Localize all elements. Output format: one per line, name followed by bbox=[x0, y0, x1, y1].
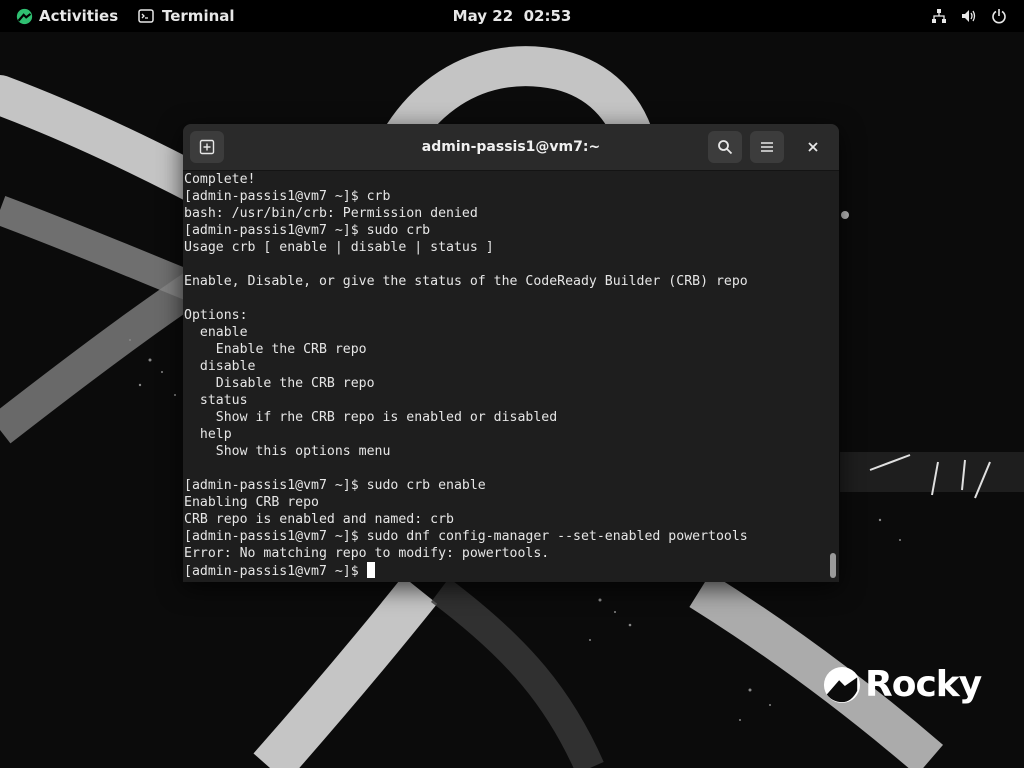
text-cursor bbox=[366, 562, 375, 578]
terminal-text: Complete! [admin-passis1@vm7 ~]$ crb bash:… bbox=[184, 171, 828, 562]
terminal-line: [admin-passis1@vm7 ~]$ sudo crb enable bbox=[184, 478, 486, 493]
rocky-logo: Rocky bbox=[823, 664, 982, 705]
main-menu-button[interactable] bbox=[750, 131, 784, 163]
terminal-line: Usage crb [ enable | disable | status ] bbox=[184, 240, 494, 255]
network-icon[interactable] bbox=[930, 7, 948, 25]
terminal-line: [admin-passis1@vm7 ~]$ sudo dnf config-m… bbox=[184, 529, 748, 544]
scrollbar[interactable] bbox=[827, 171, 839, 582]
terminal-line: [admin-passis1@vm7 ~]$ crb bbox=[184, 189, 391, 204]
activities-button[interactable]: Activities bbox=[16, 0, 118, 32]
terminal-line: enable bbox=[184, 325, 248, 340]
app-menu-label: Terminal bbox=[162, 7, 235, 25]
terminal-line: Enable the CRB repo bbox=[184, 342, 367, 357]
terminal-line: Show if rhe CRB repo is enabled or disab… bbox=[184, 410, 558, 425]
close-icon bbox=[808, 142, 818, 152]
terminal-line: status bbox=[184, 393, 248, 408]
terminal-app-icon bbox=[138, 9, 154, 23]
volume-icon[interactable] bbox=[960, 7, 978, 25]
terminal-line: Enable, Disable, or give the status of t… bbox=[184, 274, 748, 289]
rocky-icon bbox=[16, 8, 33, 24]
terminal-line: Complete! bbox=[184, 172, 256, 187]
terminal-line: [admin-passis1@vm7 ~]$ sudo crb bbox=[184, 223, 431, 238]
clock-button[interactable]: May 22 02:53 bbox=[453, 7, 572, 25]
new-tab-icon bbox=[199, 139, 215, 155]
top-bar: Activities Terminal May 22 02:53 bbox=[0, 0, 1024, 32]
hamburger-menu-icon bbox=[761, 142, 773, 152]
app-menu-button[interactable]: Terminal bbox=[138, 0, 235, 32]
terminal-prompt-line: [admin-passis1@vm7 ~]$ bbox=[184, 562, 828, 579]
rocky-logo-icon bbox=[823, 666, 861, 703]
search-button[interactable] bbox=[708, 131, 742, 163]
power-icon[interactable] bbox=[990, 7, 1008, 25]
terminal-line: Options: bbox=[184, 308, 248, 323]
terminal-line: help bbox=[184, 427, 232, 442]
terminal-line: CRB repo is enabled and named: crb bbox=[184, 512, 454, 527]
activities-label: Activities bbox=[39, 7, 119, 25]
terminal-line: Error: No matching repo to modify: power… bbox=[184, 546, 550, 561]
scrollbar-thumb[interactable] bbox=[830, 553, 836, 578]
terminal-prompt: [admin-passis1@vm7 ~]$ bbox=[184, 564, 367, 579]
search-icon bbox=[718, 140, 733, 155]
terminal-line: Disable the CRB repo bbox=[184, 376, 375, 391]
system-tray[interactable] bbox=[930, 0, 1008, 32]
terminal-line: bash: /usr/bin/crb: Permission denied bbox=[184, 206, 478, 221]
terminal-line: Show this options menu bbox=[184, 444, 391, 459]
window-headerbar[interactable]: admin-passis1@vm7:~ bbox=[183, 124, 839, 171]
terminal-line: disable bbox=[184, 359, 256, 374]
rocky-logo-text: Rocky bbox=[865, 664, 982, 705]
terminal-line: Enabling CRB repo bbox=[184, 495, 319, 510]
close-button[interactable] bbox=[798, 132, 828, 162]
new-tab-button[interactable] bbox=[190, 131, 224, 163]
terminal-output[interactable]: Complete! [admin-passis1@vm7 ~]$ crb bash:… bbox=[183, 171, 828, 582]
terminal-window: admin-passis1@vm7:~ Complete![admin-pas bbox=[183, 124, 839, 582]
